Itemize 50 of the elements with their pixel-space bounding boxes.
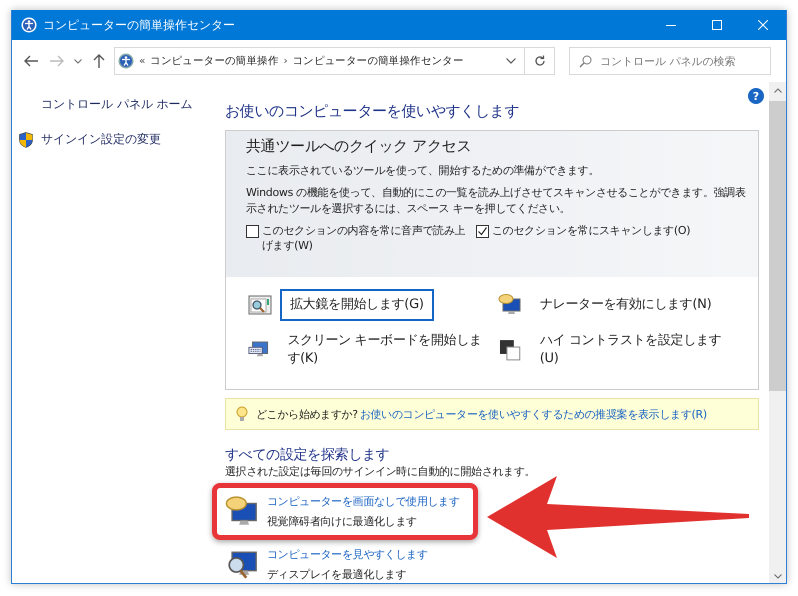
lightbulb-icon [236,406,248,422]
window-title: コンピューターの簡単操作センター [43,16,235,34]
page-heading: お使いのコンピューターを使いやすくします [225,102,520,121]
breadcrumb[interactable]: コンピューターの簡単操作 [150,54,279,68]
search-field[interactable]: コントロール パネルの検索 [569,47,771,75]
setting-description: 視覚障碍者向けに最適化します [267,514,418,529]
section-description: 選択された設定は毎回のサインイン時に自動的に開始されます。 [225,464,536,479]
close-icon[interactable] [758,20,768,30]
tool-link[interactable]: 拡大鏡を開始します(G) [280,289,434,321]
scrollbar[interactable] [769,82,786,583]
description-text: ここに表示されているツールを使って、開始するための準備ができます。 [246,163,600,179]
scrollbar-thumb[interactable] [769,101,786,391]
checkbox[interactable] [476,225,489,238]
magnifier-icon [248,293,272,317]
scroll-down-icon[interactable] [774,574,782,579]
section-heading: すべての設定を探索します [225,446,390,464]
back-arrow-icon[interactable] [24,55,38,67]
recommendation-link[interactable]: お使いのコンピューターを使いやすくするための推奨案を表示します(R) [360,406,707,422]
description-text: Windows の機能を使って、自動的にこの一覧を読み上げさせてスキャンさせることができます。強調表示されたツールを選択するには、スペース キーを押してください。 [246,185,747,217]
tool-link[interactable]: スクリーン キーボードを開始します(K) [277,325,498,375]
setting-link[interactable]: コンピューターを画面なしで使用します [267,494,460,509]
help-button[interactable]: ? [748,88,764,104]
sidebar-link[interactable]: サインイン設定の変更 [41,131,161,148]
caret-icon[interactable] [74,58,82,64]
monitor-speech-icon [498,293,522,317]
tip-text: どこから始めますか? [256,406,358,422]
shield-icon [19,132,33,148]
search-icon [579,55,592,68]
checkbox-label[interactable]: このセクションの内容を常に音声で読み上げます(W) [262,223,468,253]
checkbox-label[interactable]: このセクションを常にスキャンします(O) [492,223,690,238]
scroll-up-icon[interactable] [774,88,782,93]
up-arrow-icon[interactable] [93,54,105,68]
section-title: 共通ツールへのクイック アクセス [246,137,472,156]
contrast-icon [498,338,522,362]
setting-description: ディスプレイを最適化します [267,567,408,582]
breadcrumb-separator[interactable]: › [284,55,288,67]
breadcrumb[interactable]: コンピューターの簡単操作センター [292,54,464,68]
sidebar-link[interactable]: コントロール パネル ホーム [41,96,193,113]
overflow-chevron[interactable]: « [139,55,146,67]
refresh-icon [534,55,546,67]
address-bar[interactable]: « コンピューターの簡単操作 › コンピューターの簡単操作センター [114,47,525,75]
refresh-button[interactable] [525,47,555,75]
setting-link[interactable]: コンピューターを見やすくします [267,547,428,562]
maximize-icon[interactable] [712,20,722,30]
tool-link[interactable]: ハイ コントラストを設定します(U) [530,325,748,375]
tool-link[interactable]: ナレーターを有効にします(N) [530,289,722,321]
accessibility-icon [21,17,37,33]
checkbox[interactable] [246,225,259,238]
dropdown-icon[interactable] [506,58,516,64]
accessibility-icon [118,53,134,69]
